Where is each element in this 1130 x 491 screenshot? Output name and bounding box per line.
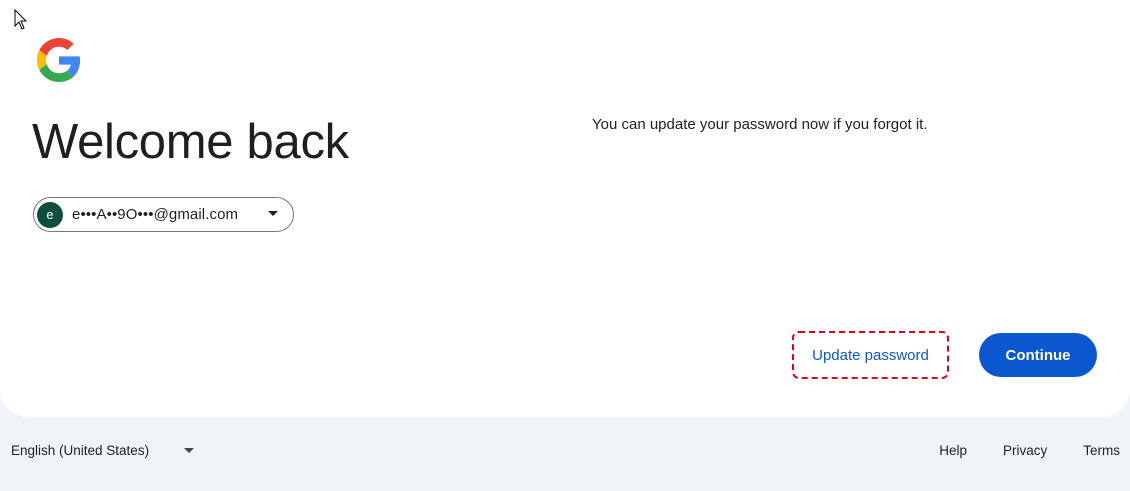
footer-link-privacy[interactable]: Privacy [1003,443,1047,458]
continue-button[interactable]: Continue [979,333,1097,377]
page-title: Welcome back [32,115,349,169]
avatar: e [37,201,63,228]
update-password-info: You can update your password now if you … [592,116,928,133]
footer-link-terms[interactable]: Terms [1083,443,1120,458]
account-email: e•••A••9O•••@gmail.com [72,206,239,223]
footer-link-help[interactable]: Help [939,443,967,458]
chevron-down-icon [268,211,278,216]
language-selector[interactable]: English (United States) [11,443,195,458]
sign-in-card: Welcome back e e•••A••9O•••@gmail.com Yo… [0,0,1130,417]
mouse-cursor-icon [14,9,28,30]
account-chooser[interactable]: e e•••A••9O•••@gmail.com [33,197,294,232]
google-logo-icon [37,38,81,82]
chevron-down-icon [184,448,195,453]
footer-links: Help Privacy Terms [903,443,1120,458]
update-password-button[interactable]: Update password [798,336,943,374]
language-label: English (United States) [11,443,150,458]
